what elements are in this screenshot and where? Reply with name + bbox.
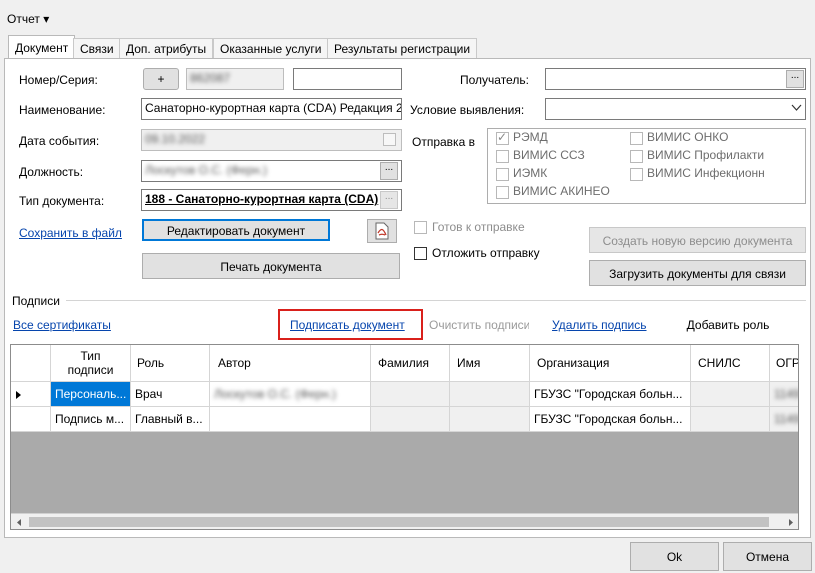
row-pointer-icon: [16, 391, 21, 399]
date-label: Дата события:: [19, 134, 100, 148]
column-ogr[interactable]: ОГР: [770, 345, 798, 382]
name-label: Наименование:: [19, 103, 106, 117]
row-selector-1[interactable]: [11, 382, 51, 407]
scrollbar-thumb[interactable]: [29, 517, 769, 527]
row-selector-2[interactable]: [11, 407, 51, 432]
ready-to-send-checkbox[interactable]: [414, 221, 427, 234]
send-vimis-prof-checkbox[interactable]: [630, 150, 643, 163]
recipient-label: Получатель:: [460, 73, 529, 87]
report-menu[interactable]: Отчет ▾: [7, 12, 49, 26]
table-row-1-surname[interactable]: [371, 382, 450, 407]
cancel-button[interactable]: Отмена: [723, 542, 812, 571]
all-certificates-link[interactable]: Все сертификаты: [13, 318, 111, 332]
doctype-ellipsis-button[interactable]: ...: [380, 191, 398, 209]
add-number-button[interactable]: +: [143, 68, 179, 90]
send-iemk-checkbox[interactable]: [496, 168, 509, 181]
name-field[interactable]: Санаторно-курортная карта (CDA) Редакция…: [141, 98, 402, 120]
delete-signature-link[interactable]: Удалить подпись: [552, 318, 647, 332]
signatures-table: Тип подписи Роль Автор Фамилия Имя Орган…: [10, 344, 799, 530]
condition-select[interactable]: [545, 98, 806, 120]
table-row-2-snils[interactable]: [691, 407, 770, 432]
tab-extra-attributes[interactable]: Доп. атрибуты: [119, 38, 214, 58]
column-organization[interactable]: Организация: [530, 345, 691, 382]
pdf-document-icon: [375, 222, 389, 240]
column-first-name[interactable]: Имя: [450, 345, 530, 382]
send-vimis-infect-checkbox[interactable]: [630, 168, 643, 181]
date-field[interactable]: 09.10.2022: [141, 129, 402, 151]
scroll-right-icon[interactable]: [787, 518, 795, 527]
edit-document-button[interactable]: Редактировать документ: [142, 219, 330, 241]
send-vimis-ssz-label: ВИМИС ССЗ: [513, 148, 585, 162]
send-remd-label: РЭМД: [513, 130, 548, 144]
send-vimis-akineo-checkbox[interactable]: [496, 186, 509, 199]
column-role[interactable]: Роль: [131, 345, 210, 382]
number-label: Номер/Серия:: [19, 73, 98, 87]
send-vimis-akineo-label: ВИМИС АКИНЕО: [513, 184, 610, 198]
row-header-corner: [11, 345, 51, 382]
save-to-file-link[interactable]: Сохранить в файл: [19, 226, 122, 240]
table-row-1-organization[interactable]: ГБУЗС "Городская больн...: [530, 382, 691, 407]
table-row-1-type[interactable]: Персональ...: [51, 382, 131, 407]
horizontal-scrollbar[interactable]: [11, 513, 798, 529]
send-to-label: Отправка в: [412, 135, 475, 149]
position-label: Должность:: [19, 165, 84, 179]
column-snils[interactable]: СНИЛС: [691, 345, 770, 382]
column-signature-type[interactable]: Тип подписи: [51, 345, 131, 382]
column-author[interactable]: Автор: [210, 345, 371, 382]
table-row-2-role[interactable]: Главный в...: [131, 407, 210, 432]
scroll-left-icon[interactable]: [15, 518, 23, 527]
send-iemk-label: ИЭМК: [513, 166, 548, 180]
table-row-2-first-name[interactable]: [450, 407, 530, 432]
column-surname[interactable]: Фамилия: [371, 345, 450, 382]
sign-document-link[interactable]: Подписать документ: [290, 318, 405, 332]
tab-links[interactable]: Связи: [73, 38, 121, 58]
recipient-field[interactable]: [545, 68, 806, 90]
add-role-button[interactable]: Добавить роль: [663, 312, 793, 338]
recipient-ellipsis-button[interactable]: ...: [786, 70, 804, 88]
number-field[interactable]: 862087: [186, 68, 284, 90]
print-document-button[interactable]: Печать документа: [142, 253, 400, 279]
signatures-section-label: Подписи: [12, 294, 60, 308]
postpone-send-label: Отложить отправку: [432, 246, 540, 260]
condition-label: Условие выявления:: [410, 103, 525, 117]
calendar-icon[interactable]: [383, 133, 396, 146]
send-vimis-infect-label: ВИМИС Инфекционн: [647, 166, 765, 180]
tab-registration-results[interactable]: Результаты регистрации: [327, 38, 478, 58]
signatures-divider: [66, 300, 806, 301]
send-vimis-onko-label: ВИМИС ОНКО: [647, 130, 729, 144]
load-documents-button[interactable]: Загрузить документы для связи: [589, 260, 806, 286]
tab-services[interactable]: Оказанные услуги: [213, 38, 329, 58]
table-row-1-author[interactable]: Лоскутов О.С. (Ферн.): [210, 382, 371, 407]
doctype-label: Тип документа:: [19, 194, 105, 208]
table-row-2-organization[interactable]: ГБУЗС "Городская больн...: [530, 407, 691, 432]
series-field[interactable]: [293, 68, 402, 90]
clear-signatures-link[interactable]: Очистить подписи: [429, 318, 529, 332]
table-row-2-ogr[interactable]: 1149: [770, 407, 798, 432]
ok-button[interactable]: Ok: [630, 542, 719, 571]
tab-document[interactable]: Документ: [8, 35, 76, 59]
ready-to-send-label: Готов к отправке: [432, 220, 525, 234]
send-remd-checkbox[interactable]: [496, 130, 509, 145]
table-row-1-first-name[interactable]: [450, 382, 530, 407]
create-new-version-button[interactable]: Создать новую версию документа: [589, 227, 806, 253]
table-row-2-type[interactable]: Подпись м...: [51, 407, 131, 432]
pdf-export-button[interactable]: [367, 219, 397, 243]
position-ellipsis-button[interactable]: ...: [380, 162, 398, 180]
table-row-1-role[interactable]: Врач: [131, 382, 210, 407]
send-vimis-onko-checkbox[interactable]: [630, 132, 643, 145]
table-row-1-ogr[interactable]: 1149: [770, 382, 798, 407]
table-row-1-snils[interactable]: [691, 382, 770, 407]
chevron-down-icon: [791, 104, 802, 111]
table-row-2-surname[interactable]: [371, 407, 450, 432]
postpone-send-checkbox[interactable]: [414, 247, 427, 260]
position-field[interactable]: Лоскутов О.С. (Ферн.): [141, 160, 402, 182]
table-row-2-author[interactable]: [210, 407, 371, 432]
send-vimis-prof-label: ВИМИС Профилакти: [647, 148, 765, 162]
doctype-field[interactable]: 188 - Санаторно-курортная карта (CDA): [141, 189, 402, 211]
send-vimis-ssz-checkbox[interactable]: [496, 150, 509, 163]
